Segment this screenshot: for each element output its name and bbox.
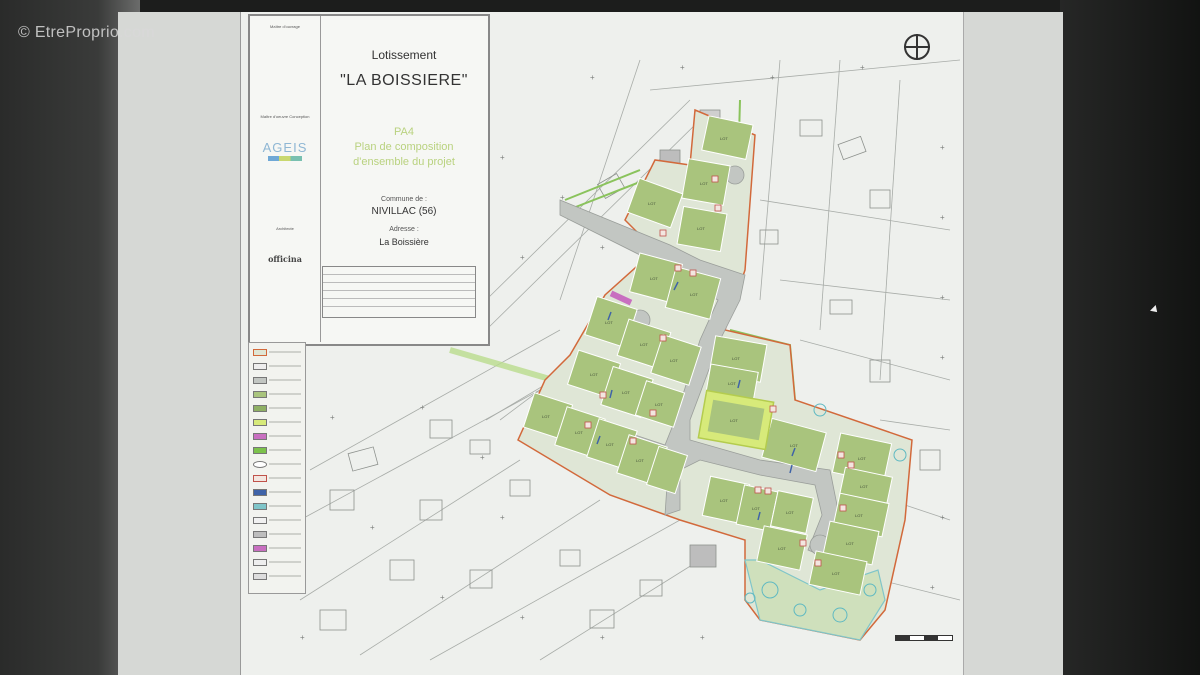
adresse-label: Adresse : <box>389 226 419 233</box>
legend-swatch-purple <box>253 433 267 440</box>
project-type: Lotissement <box>371 48 437 62</box>
svg-text:+: + <box>500 513 505 522</box>
document-code: PA4 <box>394 126 414 138</box>
svg-text:LOT: LOT <box>730 418 738 423</box>
svg-text:+: + <box>940 143 945 152</box>
agies-logo-bar <box>268 156 302 161</box>
etreproprio-watermark: © EtreProprio.com <box>18 24 155 41</box>
modification-table <box>322 266 476 318</box>
svg-text:+: + <box>420 403 425 412</box>
svg-text:LOT: LOT <box>778 546 786 551</box>
svg-text:LOT: LOT <box>728 381 736 386</box>
svg-text:LOT: LOT <box>606 442 614 447</box>
svg-text:LOT: LOT <box>790 443 798 448</box>
legend-swatch-building <box>253 531 267 538</box>
svg-text:+: + <box>480 453 485 462</box>
svg-text:LOT: LOT <box>655 402 663 407</box>
maitre-ouvrage-label: Maître d'ouvrage <box>270 24 300 29</box>
svg-text:+: + <box>940 213 945 222</box>
officina-logo: officina <box>268 254 302 264</box>
legend-swatch-highlight <box>253 419 267 426</box>
svg-text:+: + <box>520 613 525 622</box>
legend-swatch-network <box>253 489 267 496</box>
site-plan-map: ++++ ++++ ++++ +++ + ++++ + +++ LOTLOTLO… <box>299 59 961 661</box>
svg-text:+: + <box>680 63 685 72</box>
svg-text:+: + <box>440 593 445 602</box>
svg-text:LOT: LOT <box>832 571 840 576</box>
svg-text:LOT: LOT <box>670 358 678 363</box>
svg-text:LOT: LOT <box>720 136 728 141</box>
svg-text:+: + <box>940 353 945 362</box>
svg-text:+: + <box>940 293 945 302</box>
legend-swatch-purple-2 <box>253 545 267 552</box>
architecte-label: Architecte <box>276 226 294 231</box>
svg-text:LOT: LOT <box>690 292 698 297</box>
svg-text:LOT: LOT <box>860 484 868 489</box>
svg-text:+: + <box>600 243 605 252</box>
svg-text:+: + <box>520 253 525 262</box>
document-description-line2: d'ensemble du projet <box>353 156 455 168</box>
svg-text:LOT: LOT <box>752 506 760 511</box>
svg-text:+: + <box>930 583 935 592</box>
agies-logo: AGEIS <box>262 140 308 155</box>
svg-text:LOT: LOT <box>590 372 598 377</box>
svg-text:+: + <box>600 633 605 642</box>
legend-swatch-tree <box>253 461 267 468</box>
svg-text:LOT: LOT <box>732 356 740 361</box>
map-legend <box>248 342 306 594</box>
svg-text:LOT: LOT <box>575 430 583 435</box>
title-block-side-column: Maître d'ouvrage Maître d'oeuvre Concept… <box>250 16 321 342</box>
svg-text:LOT: LOT <box>622 390 630 395</box>
legend-swatch-misc-2 <box>253 559 267 566</box>
legend-swatch-road <box>253 377 267 384</box>
svg-text:LOT: LOT <box>605 320 613 325</box>
svg-text:+: + <box>860 63 865 72</box>
scale-bar <box>895 635 953 641</box>
svg-text:+: + <box>940 513 945 522</box>
svg-text:LOT: LOT <box>858 456 866 461</box>
svg-text:LOT: LOT <box>786 510 794 515</box>
svg-text:LOT: LOT <box>648 201 656 206</box>
legend-swatch-hedge <box>253 447 267 454</box>
svg-text:LOT: LOT <box>846 541 854 546</box>
project-name: "LA BOISSIERE" <box>340 72 468 89</box>
legend-swatch-green <box>253 405 267 412</box>
north-arrow-icon <box>904 34 930 60</box>
svg-text:LOT: LOT <box>697 226 705 231</box>
svg-text:LOT: LOT <box>650 276 658 281</box>
commune-label: Commune de : <box>381 196 427 203</box>
legend-swatch-misc-3 <box>253 573 267 580</box>
svg-text:LOT: LOT <box>542 414 550 419</box>
legend-swatch-misc <box>253 517 267 524</box>
legend-swatch-boundary <box>253 349 267 356</box>
svg-text:LOT: LOT <box>700 181 708 186</box>
svg-text:+: + <box>370 523 375 532</box>
adresse-value: La Boissière <box>379 237 429 247</box>
document-description-line1: Plan de composition <box>354 141 454 153</box>
svg-text:LOT: LOT <box>720 498 728 503</box>
legend-swatch-water <box>253 503 267 510</box>
commune-value: NIVILLAC (56) <box>371 206 437 217</box>
legend-swatch-access <box>253 475 267 482</box>
maitre-oeuvre-label: Maître d'oeuvre Conception <box>260 114 310 119</box>
legend-swatch-parcel <box>253 363 267 370</box>
svg-text:LOT: LOT <box>855 513 863 518</box>
svg-text:LOT: LOT <box>640 342 648 347</box>
svg-text:+: + <box>590 73 595 82</box>
svg-text:+: + <box>300 633 305 642</box>
svg-text:+: + <box>500 153 505 162</box>
svg-text:LOT: LOT <box>636 458 644 463</box>
svg-text:+: + <box>330 413 335 422</box>
legend-swatch-lot <box>253 391 267 398</box>
svg-text:+: + <box>700 633 705 642</box>
svg-text:+: + <box>770 73 775 82</box>
